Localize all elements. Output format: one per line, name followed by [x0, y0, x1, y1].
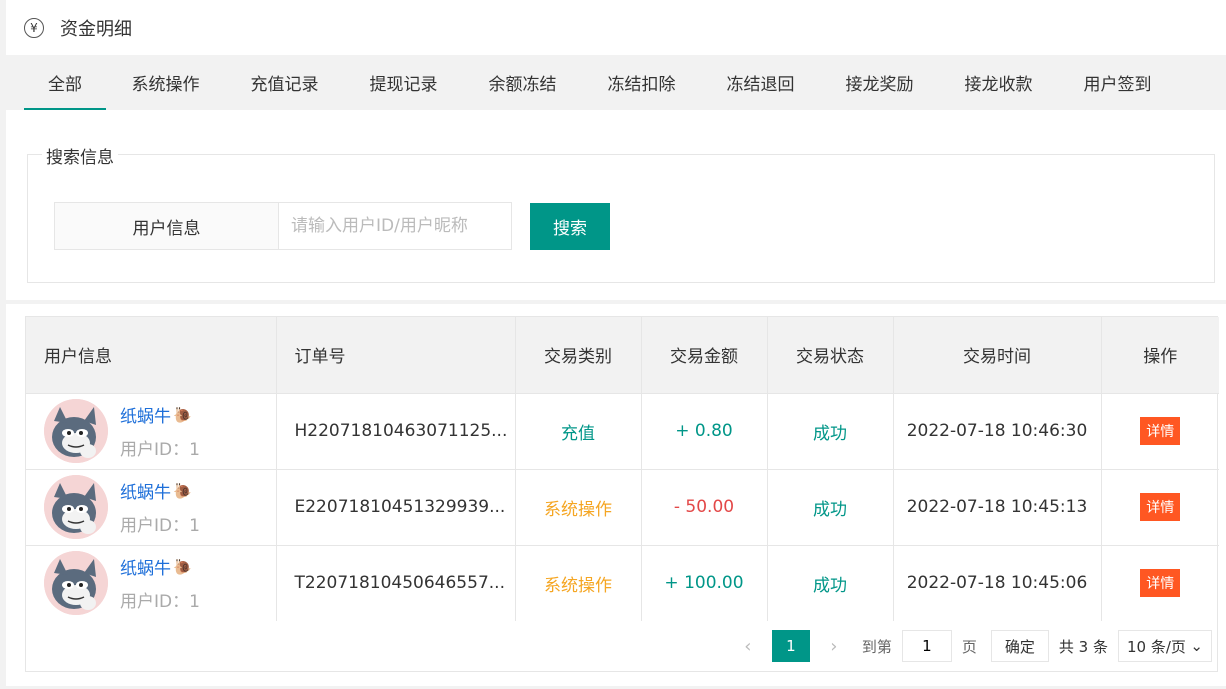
tab-withdraw-records[interactable]: 提现记录: [344, 55, 463, 110]
prev-page-icon[interactable]: ‹: [738, 636, 758, 657]
avatar: [44, 551, 108, 616]
goto-label: 到第: [861, 637, 892, 656]
search-input[interactable]: [279, 202, 512, 250]
transaction-status: 成功: [767, 393, 894, 469]
tab-relay-payment[interactable]: 接龙收款: [939, 55, 1058, 110]
table-container: 用户信息 订单号 交易类别 交易金额 交易状态 交易时间 操作 纸蜗牛 🐌 用户…: [25, 316, 1219, 672]
yen-icon: ¥: [24, 17, 44, 38]
tab-user-checkin[interactable]: 用户签到: [1058, 55, 1177, 110]
snail-icon: 🐌: [173, 481, 192, 500]
detail-button[interactable]: 详情: [1140, 569, 1181, 598]
transaction-status: 成功: [767, 545, 894, 621]
search-label: 用户信息: [54, 202, 279, 250]
user-name-link[interactable]: 纸蜗牛: [120, 554, 171, 579]
transaction-type: 充值: [515, 393, 642, 469]
table-header-row: 用户信息 订单号 交易类别 交易金额 交易状态 交易时间 操作: [26, 317, 1219, 393]
transaction-amount: - 50.00: [641, 469, 768, 545]
transaction-amount: + 0.80: [641, 393, 768, 469]
chevron-down-icon: ⌄: [1190, 637, 1203, 655]
user-id: 用户ID：1: [120, 592, 200, 613]
column-header: 用户信息: [26, 317, 277, 393]
top-panel: ¥ 资金明细 全部 系统操作 充值记录 提现记录 余额冻结 冻结扣除 冻结退回 …: [6, 0, 1226, 300]
transaction-status: 成功: [767, 469, 894, 545]
avatar: [44, 399, 108, 463]
order-number: H22071810463071125...: [276, 393, 516, 469]
page-size-select[interactable]: 10 条/页 ⌄: [1118, 630, 1212, 662]
tab-recharge-records[interactable]: 充值记录: [225, 55, 344, 110]
transaction-amount: + 100.00: [641, 545, 768, 621]
table-row: 纸蜗牛 🐌 用户ID：1 T22071810450646557... 系统操作 …: [26, 545, 1219, 621]
column-header: 订单号: [276, 317, 516, 393]
transaction-type: 系统操作: [515, 545, 642, 621]
user-id: 用户ID：1: [120, 440, 200, 460]
detail-button[interactable]: 详情: [1140, 493, 1181, 521]
cat-avatar-icon: [44, 475, 108, 539]
transaction-time: 2022-07-18 10:45:06: [893, 545, 1102, 621]
table-panel: 用户信息 订单号 交易类别 交易金额 交易状态 交易时间 操作 纸蜗牛 🐌 用户…: [6, 304, 1226, 686]
action-cell: 详情: [1101, 393, 1219, 469]
tab-system-operation[interactable]: 系统操作: [106, 55, 225, 110]
search-fieldset: 搜索信息 用户信息 搜索: [27, 143, 1215, 283]
tab-all[interactable]: 全部: [24, 55, 106, 110]
avatar: [44, 475, 108, 539]
search-row: 用户信息 搜索: [54, 202, 610, 250]
order-number: E22071810451329939...: [276, 469, 516, 545]
page-size-value: 10 条/页: [1127, 637, 1186, 656]
tab-balance-freeze[interactable]: 余额冻结: [463, 55, 582, 110]
column-header: 交易时间: [893, 317, 1102, 393]
goto-page-input[interactable]: [901, 630, 952, 662]
transaction-time: 2022-07-18 10:46:30: [893, 393, 1102, 469]
action-cell: 详情: [1101, 469, 1219, 545]
cat-avatar-icon: [44, 399, 108, 463]
tab-relay-reward[interactable]: 接龙奖励: [820, 55, 939, 110]
column-header: 交易金额: [641, 317, 768, 393]
cat-avatar-icon: [44, 551, 108, 616]
transaction-type: 系统操作: [515, 469, 642, 545]
search-button[interactable]: 搜索: [530, 202, 610, 250]
tab-bar: 全部 系统操作 充值记录 提现记录 余额冻结 冻结扣除 冻结退回 接龙奖励 接龙…: [6, 55, 1226, 110]
tab-freeze-deduct[interactable]: 冻结扣除: [582, 55, 701, 110]
search-legend: 搜索信息: [42, 143, 118, 168]
user-name-link[interactable]: 纸蜗牛: [120, 478, 171, 503]
page-header: ¥ 资金明细: [6, 0, 1226, 55]
tab-freeze-return[interactable]: 冻结退回: [701, 55, 820, 110]
page-number-current[interactable]: 1: [771, 630, 810, 662]
next-page-icon[interactable]: ›: [824, 636, 844, 657]
user-id: 用户ID：1: [120, 516, 200, 536]
pagination: ‹ 1 › 到第 页 确定 共 3 条 10 条/页 ⌄: [730, 629, 1212, 663]
page-title: 资金明细: [60, 18, 132, 40]
transactions-table: 用户信息 订单号 交易类别 交易金额 交易状态 交易时间 操作 纸蜗牛 🐌 用户…: [26, 317, 1219, 621]
total-count: 共 3 条: [1058, 637, 1108, 656]
user-cell: 纸蜗牛 🐌 用户ID：1: [26, 393, 277, 469]
column-header: 操作: [1143, 347, 1178, 368]
snail-icon: 🐌: [173, 557, 192, 576]
page-unit-label: 页: [961, 637, 977, 656]
column-header: 交易状态: [767, 317, 894, 393]
user-cell: 纸蜗牛 🐌 用户ID：1: [26, 545, 277, 621]
goto-confirm-button[interactable]: 确定: [990, 630, 1049, 662]
table-row: 纸蜗牛 🐌 用户ID：1 E22071810451329939... 系统操作 …: [26, 469, 1219, 545]
order-number: T22071810450646557...: [276, 545, 516, 621]
snail-icon: 🐌: [173, 405, 192, 424]
table-row: 纸蜗牛 🐌 用户ID：1 H22071810463071125... 充值 + …: [26, 393, 1219, 469]
column-header: 交易类别: [515, 317, 642, 393]
detail-button[interactable]: 详情: [1140, 417, 1181, 445]
transaction-time: 2022-07-18 10:45:13: [893, 469, 1102, 545]
user-name-link[interactable]: 纸蜗牛: [120, 402, 171, 427]
user-cell: 纸蜗牛 🐌 用户ID：1: [26, 469, 277, 545]
action-cell: 详情: [1101, 545, 1219, 621]
